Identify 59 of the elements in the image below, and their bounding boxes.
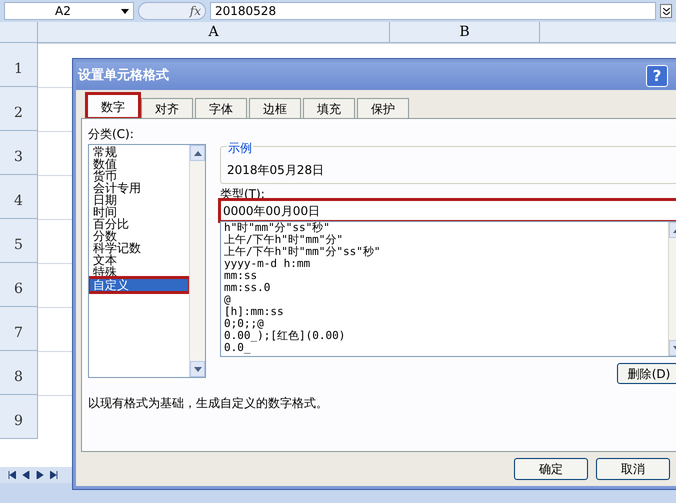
- tab[interactable]: 填充: [303, 98, 355, 118]
- category-item[interactable]: 文本: [89, 254, 189, 266]
- row-header[interactable]: 7: [0, 307, 38, 351]
- format-item[interactable]: 上午/下午h"时"mm"分": [224, 234, 668, 246]
- category-item[interactable]: 会计专用: [89, 182, 189, 194]
- format-item[interactable]: 0;0;;@: [224, 318, 668, 330]
- row-header[interactable]: 6: [0, 263, 38, 307]
- row-header[interactable]: 4: [0, 175, 38, 219]
- name-box[interactable]: A2: [4, 2, 134, 20]
- row-header[interactable]: 3: [0, 131, 38, 175]
- format-item[interactable]: mm:ss: [224, 270, 668, 282]
- category-item[interactable]: 日期: [89, 194, 189, 206]
- tab[interactable]: 对齐: [141, 98, 193, 118]
- formula-button[interactable]: fx: [138, 2, 206, 20]
- sample-value: 2018年05月28日: [227, 162, 326, 179]
- sheet-nav-icon[interactable]: [50, 471, 58, 479]
- type-input[interactable]: 0000年00月00日: [220, 200, 676, 221]
- format-item[interactable]: 0.00_);[红色](0.00): [224, 330, 668, 342]
- dialog-title: 设置单元格格式: [78, 67, 169, 86]
- expand-icon[interactable]: [660, 4, 672, 18]
- category-item[interactable]: 自定义: [89, 278, 189, 292]
- row-header[interactable]: 8: [0, 351, 38, 395]
- row-header[interactable]: 9: [0, 395, 38, 439]
- help-button[interactable]: ?: [646, 65, 668, 87]
- tab[interactable]: 数字: [87, 94, 139, 118]
- formula-input[interactable]: 20180528: [210, 2, 656, 20]
- format-item[interactable]: h"时"mm"分"ss"秒": [224, 222, 668, 234]
- column-header[interactable]: B: [390, 22, 540, 43]
- tab[interactable]: 保护: [357, 98, 409, 118]
- cell-reference: A2: [55, 3, 71, 20]
- category-item[interactable]: 分数: [89, 230, 189, 242]
- dropdown-icon[interactable]: [121, 8, 129, 14]
- row-header[interactable]: 2: [0, 87, 38, 131]
- scrollbar[interactable]: [189, 145, 205, 377]
- category-item[interactable]: 货币: [89, 170, 189, 182]
- column-header[interactable]: A: [38, 22, 390, 43]
- format-item[interactable]: 上午/下午h"时"mm"分"ss"秒": [224, 246, 668, 258]
- format-item[interactable]: [h]:mm:ss: [224, 306, 668, 318]
- sheet-nav-icon[interactable]: [8, 471, 16, 479]
- tab[interactable]: 字体: [195, 98, 247, 118]
- category-label: 分类(C):: [88, 126, 135, 143]
- scroll-up-icon[interactable]: [190, 145, 205, 161]
- category-item[interactable]: 科学记数: [89, 242, 189, 254]
- format-item[interactable]: 0.0_: [224, 342, 668, 354]
- scroll-down-icon[interactable]: [190, 361, 205, 377]
- format-item[interactable]: yyyy-m-d h:mm: [224, 258, 668, 270]
- category-item[interactable]: 时间: [89, 206, 189, 218]
- dialog-button[interactable]: 确定: [514, 458, 588, 480]
- category-item[interactable]: 百分比: [89, 218, 189, 230]
- category-item[interactable]: 数值: [89, 158, 189, 170]
- format-item[interactable]: mm:ss.0: [224, 282, 668, 294]
- delete-button[interactable]: 删除(D): [617, 363, 676, 384]
- description-text: 以现有格式为基础，生成自定义的数字格式。: [88, 395, 329, 412]
- dialog-button[interactable]: 取消: [596, 458, 670, 480]
- tab[interactable]: 边框: [249, 98, 301, 118]
- row-header[interactable]: 5: [0, 219, 38, 263]
- category-item[interactable]: 常规: [89, 146, 189, 158]
- format-item[interactable]: @: [224, 294, 668, 306]
- row-header[interactable]: 1: [0, 43, 38, 87]
